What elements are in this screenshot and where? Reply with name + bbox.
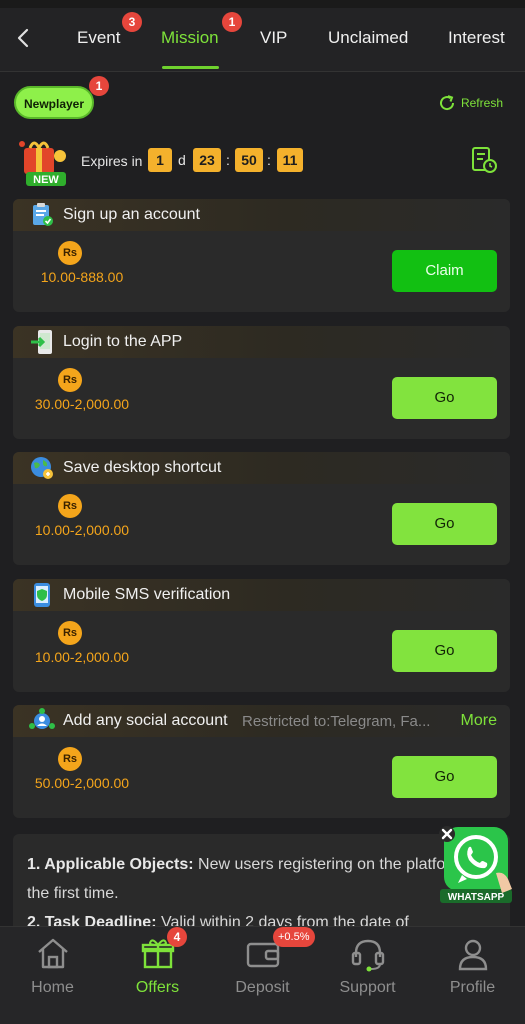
clipboard-check-icon bbox=[33, 203, 53, 226]
mission-title: Save desktop shortcut bbox=[63, 459, 222, 476]
mission-card-social: Add any social account Restricted to:Tel… bbox=[13, 705, 510, 818]
refresh-label: Refresh bbox=[460, 96, 503, 110]
tab-mission[interactable]: Mission bbox=[161, 28, 219, 48]
reward-range: 10.00-888.00 bbox=[40, 269, 124, 285]
rupee-coin-icon: Rs bbox=[58, 747, 82, 771]
mission-card-header: Sign up an account bbox=[13, 199, 510, 231]
mission-card-header: Login to the APP bbox=[13, 326, 510, 358]
mission-card-header: Add any social account Restricted to:Tel… bbox=[13, 705, 510, 737]
go-button[interactable]: Go bbox=[392, 756, 497, 798]
countdown-seconds: 11 bbox=[277, 148, 303, 172]
social-network-icon bbox=[29, 708, 55, 729]
mission-card-header: Save desktop shortcut bbox=[13, 452, 510, 484]
nav-support-label: Support bbox=[339, 979, 396, 996]
tab-mission-badge: 1 bbox=[222, 12, 242, 32]
rupee-coin-icon: Rs bbox=[58, 241, 82, 265]
bottom-nav: Home Offers 4 Deposit +0.5% Support Prof… bbox=[0, 926, 525, 1024]
status-strip bbox=[0, 0, 525, 8]
tab-event-badge: 3 bbox=[122, 12, 142, 32]
svg-text:WHATSAPP: WHATSAPP bbox=[448, 892, 505, 903]
nav-offers[interactable]: Offers 4 bbox=[105, 927, 210, 1024]
days-unit: d bbox=[178, 152, 186, 168]
tab-unclaimed[interactable]: Unclaimed bbox=[328, 28, 408, 48]
go-button[interactable]: Go bbox=[392, 503, 497, 545]
expires-label: Expires in bbox=[81, 153, 143, 169]
rupee-coin-icon: Rs bbox=[58, 494, 82, 518]
user-icon bbox=[458, 939, 488, 971]
globe-icon bbox=[31, 457, 53, 479]
countdown-days: 1 bbox=[148, 148, 172, 172]
nav-profile-label: Profile bbox=[449, 979, 496, 996]
reward-range: 50.00-2,000.00 bbox=[34, 775, 130, 791]
mission-card-login: Login to the APP Rs 30.00-2,000.00 Go bbox=[13, 326, 510, 439]
mission-card-sms: Mobile SMS verification Rs 10.00-2,000.0… bbox=[13, 579, 510, 692]
phone-shield-icon bbox=[34, 583, 50, 607]
tab-event[interactable]: Event bbox=[77, 28, 120, 48]
newplayer-filter-pill[interactable]: Newplayer bbox=[14, 86, 94, 119]
rupee-coin-icon: Rs bbox=[58, 368, 82, 392]
mission-title: Sign up an account bbox=[63, 206, 200, 223]
more-link[interactable]: More bbox=[461, 712, 497, 730]
mission-title: Login to the APP bbox=[63, 333, 183, 350]
svg-text:NEW: NEW bbox=[33, 174, 59, 186]
nav-deposit-label: Deposit bbox=[235, 979, 290, 996]
countdown-hours: 23 bbox=[193, 148, 221, 172]
nav-home-label: Home bbox=[31, 979, 74, 996]
nav-home[interactable]: Home bbox=[0, 927, 105, 1024]
newplayer-badge: 1 bbox=[89, 76, 109, 96]
refresh-button[interactable]: Refresh bbox=[437, 93, 503, 113]
nav-profile[interactable]: Profile bbox=[420, 927, 525, 1024]
nav-offers-badge: 4 bbox=[167, 927, 187, 947]
time-separator: : bbox=[267, 152, 271, 168]
active-tab-indicator bbox=[162, 66, 219, 69]
tab-vip[interactable]: VIP bbox=[260, 28, 287, 48]
mission-title: Add any social account bbox=[63, 712, 228, 729]
refresh-icon bbox=[440, 95, 454, 111]
new-gift-icon: NEW bbox=[19, 141, 66, 186]
rule-1-label: 1. Applicable Objects: bbox=[27, 856, 194, 873]
nav-support[interactable]: Support bbox=[315, 927, 420, 1024]
mission-card-shortcut: Save desktop shortcut Rs 10.00-2,000.00 … bbox=[13, 452, 510, 565]
home-icon bbox=[38, 938, 68, 969]
countdown-minutes: 50 bbox=[235, 148, 263, 172]
mission-title: Mobile SMS verification bbox=[63, 586, 231, 603]
deposit-bonus-badge: +0.5% bbox=[273, 927, 315, 947]
time-separator: : bbox=[226, 152, 230, 168]
go-button[interactable]: Go bbox=[392, 630, 497, 672]
login-phone-icon bbox=[31, 330, 52, 354]
tab-interest[interactable]: Interest bbox=[448, 28, 505, 48]
back-arrow-icon[interactable] bbox=[12, 26, 36, 50]
top-nav: Event 3 Mission 1 VIP Unclaimed Interest bbox=[0, 0, 525, 72]
nav-offers-label: Offers bbox=[135, 979, 180, 996]
task-history-icon[interactable] bbox=[471, 146, 497, 174]
headset-icon bbox=[351, 939, 385, 972]
nav-deposit[interactable]: Deposit +0.5% bbox=[210, 927, 315, 1024]
mission-card-header: Mobile SMS verification bbox=[13, 579, 510, 611]
mission-page: Event 3 Mission 1 VIP Unclaimed Interest… bbox=[0, 0, 525, 1024]
reward-range: 30.00-2,000.00 bbox=[34, 396, 130, 412]
go-button[interactable]: Go bbox=[392, 377, 497, 419]
reward-range: 10.00-2,000.00 bbox=[34, 649, 130, 665]
restriction-note: Restricted to:Telegram, Fa... bbox=[242, 713, 431, 730]
claim-button[interactable]: Claim bbox=[392, 250, 497, 292]
mission-card-signup: Sign up an account Rs 10.00-888.00 Claim bbox=[13, 199, 510, 312]
close-icon[interactable] bbox=[438, 825, 456, 843]
rupee-coin-icon: Rs bbox=[58, 621, 82, 645]
reward-range: 10.00-2,000.00 bbox=[34, 522, 130, 538]
